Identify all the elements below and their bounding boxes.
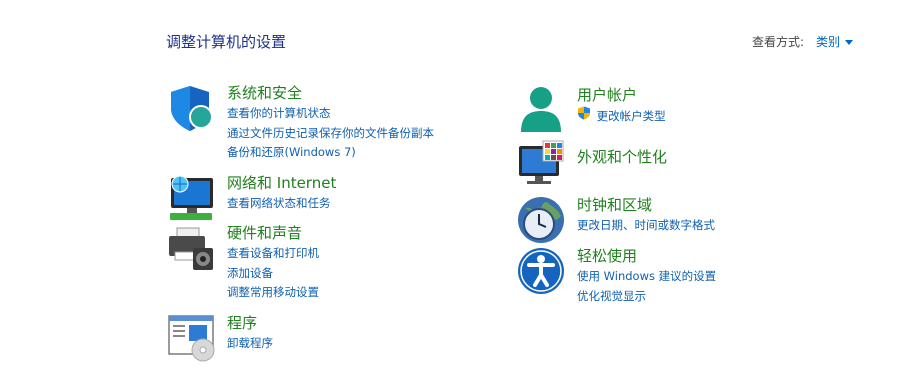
user-icon[interactable]: [517, 86, 565, 134]
view-by-label: 查看方式:: [751, 35, 804, 49]
recommended-settings-link[interactable]: 使用 Windows 建议的设置: [577, 267, 716, 287]
clock-globe-icon[interactable]: [517, 196, 565, 244]
page-title: 调整计算机的设置: [166, 33, 287, 51]
change-date-time-link[interactable]: 更改日期、时间或数字格式: [577, 216, 715, 236]
file-history-link[interactable]: 通过文件历史记录保存你的文件备份副本: [227, 124, 434, 144]
change-account-type-label: 更改帐户类型: [596, 109, 666, 123]
hardware-title[interactable]: 硬件和声音: [227, 224, 319, 243]
appearance-icon[interactable]: [517, 140, 565, 188]
add-device-link[interactable]: 添加设备: [227, 264, 319, 284]
change-account-type-link[interactable]: 更改帐户类型: [577, 106, 666, 127]
ease-of-access-title[interactable]: 轻松使用: [577, 247, 716, 266]
uac-shield-icon: [578, 106, 590, 120]
chevron-down-icon[interactable]: [845, 39, 853, 45]
system-security-title[interactable]: 系统和安全: [227, 84, 434, 103]
accessibility-icon[interactable]: [517, 247, 565, 295]
appearance-title[interactable]: 外观和个性化: [577, 148, 667, 167]
mobility-settings-link[interactable]: 调整常用移动设置: [227, 283, 319, 303]
view-by: 查看方式: 类别: [752, 33, 853, 50]
user-accounts-title[interactable]: 用户帐户: [577, 86, 666, 105]
printer-icon[interactable]: [167, 224, 215, 272]
clock-region-title[interactable]: 时钟和区域: [577, 196, 715, 215]
view-by-dropdown[interactable]: 类别: [816, 33, 840, 50]
shield-icon[interactable]: [167, 84, 215, 132]
programs-title[interactable]: 程序: [227, 314, 273, 333]
devices-printers-link[interactable]: 查看设备和打印机: [227, 244, 319, 264]
network-status-link[interactable]: 查看网络状态和任务: [227, 194, 336, 214]
network-monitor-icon[interactable]: [167, 174, 215, 222]
uninstall-program-link[interactable]: 卸载程序: [227, 334, 273, 354]
network-title[interactable]: 网络和 Internet: [227, 174, 336, 193]
optimize-visual-display-link[interactable]: 优化视觉显示: [577, 287, 716, 307]
programs-icon[interactable]: [167, 314, 215, 362]
backup-restore-link[interactable]: 备份和还原(Windows 7): [227, 143, 434, 163]
check-computer-status-link[interactable]: 查看你的计算机状态: [227, 104, 434, 124]
